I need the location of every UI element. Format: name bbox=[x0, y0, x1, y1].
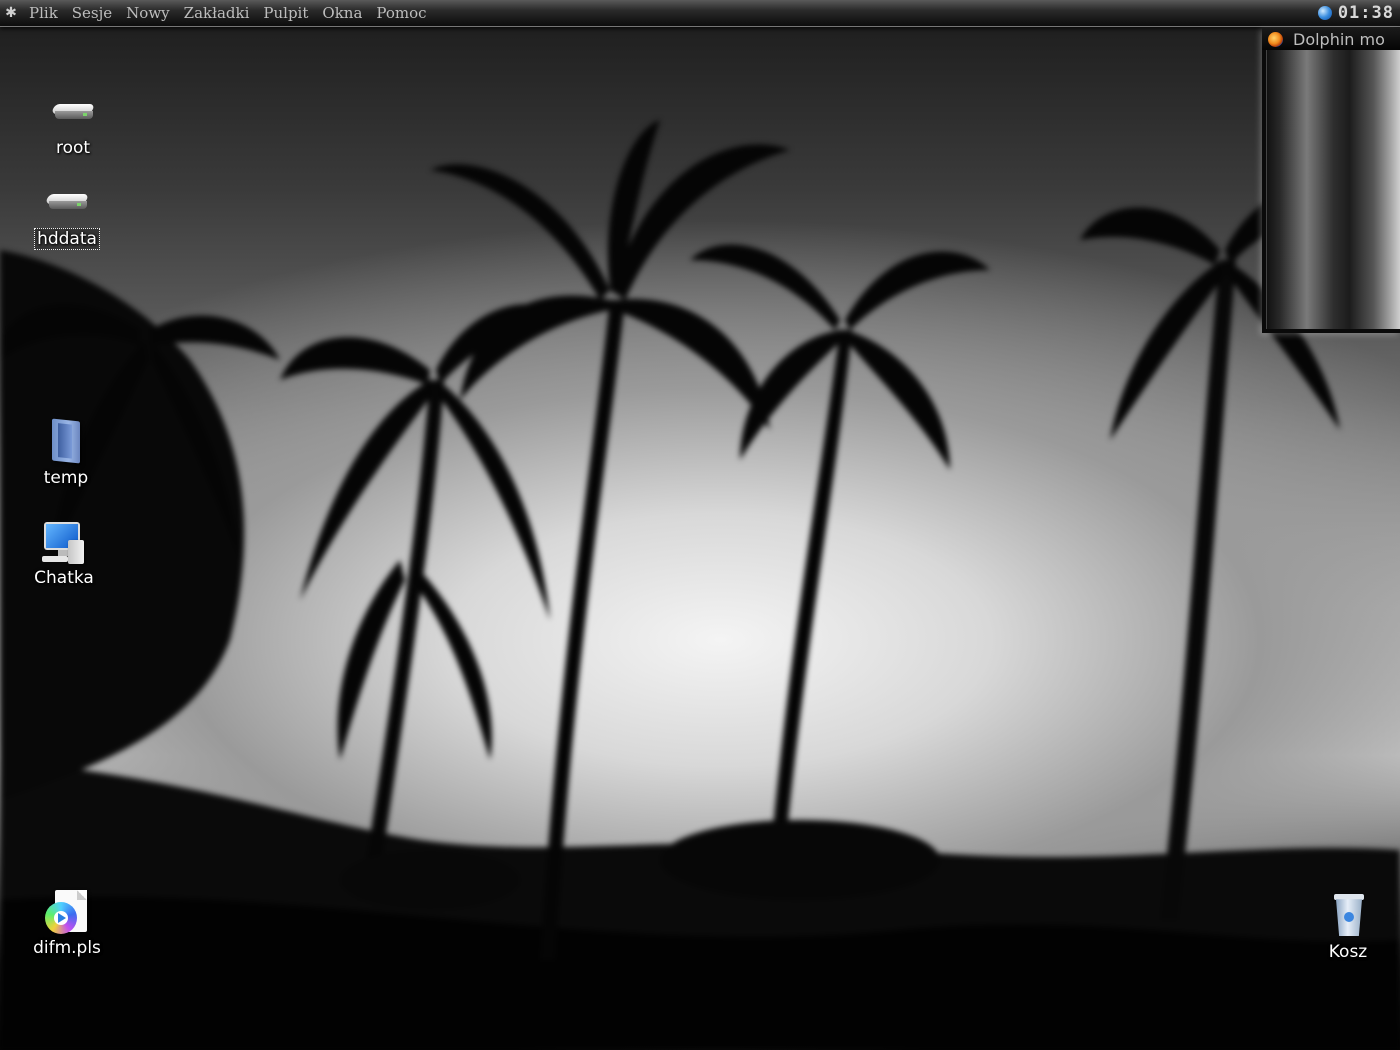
dolphin-window[interactable]: Dolphin mo bbox=[1262, 28, 1400, 333]
desktop-icon-label: difm.pls bbox=[33, 938, 101, 958]
desktop-icon-difm-pls[interactable]: difm.pls bbox=[19, 888, 115, 958]
hard-drive-icon bbox=[49, 88, 97, 136]
window-titlebar[interactable]: Dolphin mo bbox=[1262, 28, 1400, 50]
menu-item-zakladki[interactable]: Zakładki bbox=[177, 0, 257, 26]
palm-trees-silhouette bbox=[0, 120, 1400, 1050]
window-title: Dolphin mo bbox=[1293, 29, 1385, 49]
kde-menu-icon[interactable]: ✱ bbox=[3, 5, 19, 21]
menu-item-pulpit[interactable]: Pulpit bbox=[256, 0, 315, 26]
desktop-icon-hddata[interactable]: hddata bbox=[19, 178, 115, 250]
desktop-icon-label: hddata bbox=[34, 228, 100, 250]
desktop-icon-label: root bbox=[55, 138, 91, 158]
top-menu-bar: ✱ Plik Sesje Nowy Zakładki Pulpit Okna P… bbox=[0, 0, 1400, 27]
media-playlist-icon bbox=[43, 888, 91, 936]
menu-item-nowy[interactable]: Nowy bbox=[119, 0, 176, 26]
folder-icon bbox=[42, 418, 90, 466]
firefox-icon bbox=[1268, 31, 1283, 47]
system-tray: 01:38 bbox=[1317, 3, 1394, 23]
window-content bbox=[1266, 50, 1400, 329]
network-globe-icon[interactable] bbox=[1317, 6, 1332, 20]
menu: Plik Sesje Nowy Zakładki Pulpit Okna Pom… bbox=[22, 0, 434, 26]
clock[interactable]: 01:38 bbox=[1338, 3, 1394, 23]
desktop-icon-label: Kosz bbox=[1328, 942, 1368, 962]
computer-icon bbox=[40, 518, 88, 566]
trash-bin-icon bbox=[1324, 892, 1372, 940]
desktop-icon-root[interactable]: root bbox=[25, 88, 121, 158]
desktop-icon-temp[interactable]: temp bbox=[18, 418, 114, 488]
desktop-icon-chatka[interactable]: Chatka bbox=[16, 518, 112, 588]
menu-item-okna[interactable]: Okna bbox=[315, 0, 369, 26]
hard-drive-icon bbox=[43, 178, 91, 226]
desktop-icon-label: Chatka bbox=[34, 568, 94, 588]
desktop-icon-label: temp bbox=[43, 468, 89, 488]
menu-item-pomoc[interactable]: Pomoc bbox=[369, 0, 433, 26]
menu-item-plik[interactable]: Plik bbox=[22, 0, 65, 26]
desktop-icon-kosz[interactable]: Kosz bbox=[1300, 892, 1396, 962]
desktop-wallpaper bbox=[0, 0, 1400, 1050]
menu-item-sesje[interactable]: Sesje bbox=[65, 0, 119, 26]
